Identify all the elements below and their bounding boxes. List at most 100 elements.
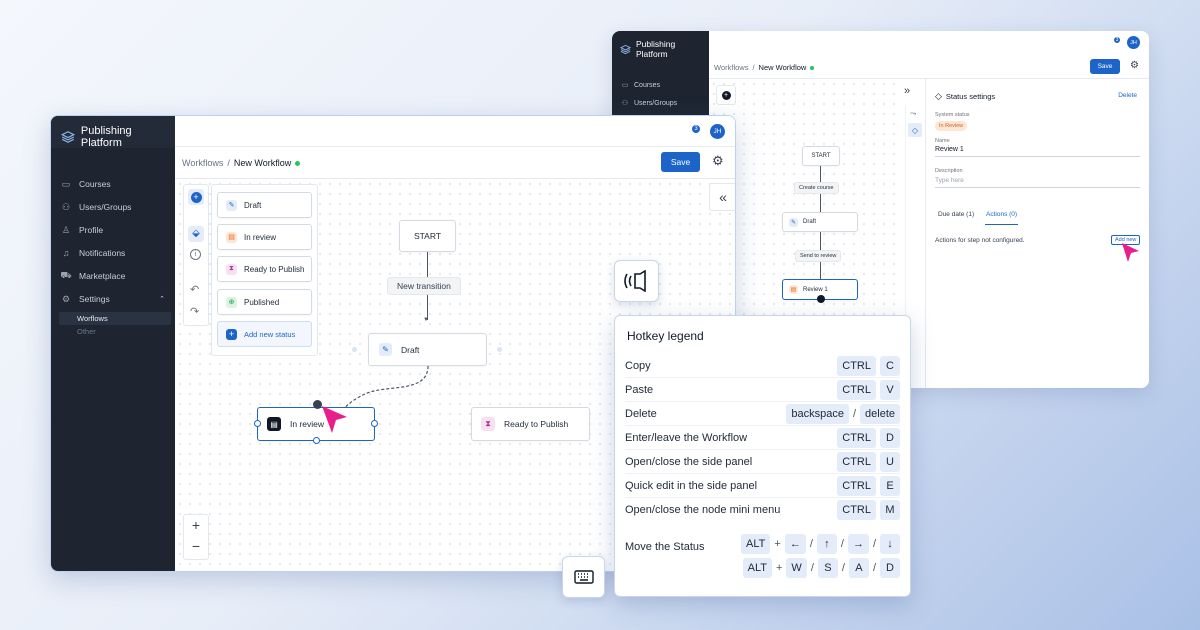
status-delete-link[interactable]: Delete — [1118, 92, 1137, 99]
system-status-badge: In Review — [935, 121, 968, 131]
key-cap: D — [880, 427, 900, 448]
sidebar-item-label: Notifications — [79, 248, 126, 258]
key-cap: M — [880, 500, 900, 520]
speaker-icon — [623, 270, 646, 292]
sidebar-item-label: Courses — [79, 179, 111, 189]
users-icon: ⚇ — [621, 100, 629, 107]
system-status-label: System status — [935, 112, 970, 118]
back-breadcrumb-parent[interactable]: Workflows — [714, 63, 748, 72]
actions-empty-message: Actions for step not configured. — [935, 237, 1025, 244]
move-arrow-keys: ALT + ← / ↑ / → / ↓ — [741, 534, 900, 554]
breadcrumb-parent[interactable]: Workflows — [182, 158, 223, 168]
bell-icon: ♫ — [62, 248, 70, 258]
back-settings-gear-icon[interactable]: ⚙ — [1130, 60, 1139, 71]
back-mouse-pointer-icon — [1122, 243, 1139, 262]
transition-icon[interactable]: ⤳ — [910, 109, 916, 119]
status-settings-panel: ◇ Status settings Delete System status I… — [925, 79, 1149, 388]
back-topbar: 3 JH — [709, 31, 1149, 55]
sidebar-subitem-worflows[interactable]: Worflows — [59, 312, 171, 325]
document-icon: ▤ — [267, 417, 281, 431]
name-label: Name — [935, 138, 950, 144]
key-cap: CTRL — [837, 451, 876, 472]
sidebar-item-settings[interactable]: ⚙ Settings ⌃ — [61, 294, 165, 305]
hotkey-row-quick-edit: Quick edit in the side panel CTRL E — [625, 474, 900, 498]
key-cap: delete — [860, 403, 900, 424]
save-button[interactable]: Save — [661, 152, 700, 172]
key-cap: CTRL — [837, 427, 876, 448]
back-node-start[interactable]: START — [802, 146, 840, 166]
back-node-draft[interactable]: ✎ Draft — [782, 212, 858, 232]
saved-status-dot — [295, 160, 301, 166]
hotkey-row-enter-leave: Enter/leave the Workflow CTRL D — [625, 426, 900, 450]
back-brand[interactable]: Publishing Platform — [620, 39, 709, 59]
key-cap: V — [880, 379, 900, 400]
back-notification-badge[interactable]: 3 — [1113, 36, 1121, 44]
brand-name: Publishing Platform — [80, 125, 132, 149]
key-cap: ↓ — [880, 534, 900, 554]
in-review-handle-left[interactable] — [254, 420, 261, 427]
layers-icon — [620, 44, 631, 54]
back-breadcrumb: Workflows / New Workflow — [714, 63, 815, 72]
back-expand-button[interactable]: » — [904, 85, 910, 97]
back-node-handle[interactable] — [817, 295, 825, 303]
in-review-handle-right[interactable] — [371, 420, 378, 427]
tab-due-date[interactable]: Due date (1) — [938, 211, 974, 218]
back-sidebar-item-courses[interactable]: ▭ Courses — [620, 80, 660, 90]
document-icon: ▤ — [789, 285, 798, 294]
node-ready-to-publish[interactable]: ⧗ Ready to Publish — [471, 407, 590, 441]
key-cap: A — [848, 558, 869, 578]
sidebar-item-marketplace[interactable]: ⛟ Marketplace — [60, 270, 125, 281]
diamond-icon[interactable]: ◇ — [908, 123, 922, 137]
key-cap: CTRL — [837, 500, 876, 520]
key-cap: ↑ — [816, 534, 837, 554]
sidebar-item-notifications[interactable]: ♫ Notifications — [61, 248, 126, 258]
key-cap: ALT — [741, 534, 771, 554]
user-icon: ♙ — [61, 224, 71, 235]
in-review-handle-bottom[interactable] — [313, 437, 320, 444]
sidebar-item-profile[interactable]: ♙ Profile — [61, 224, 104, 236]
plus-icon: + — [721, 90, 731, 100]
layers-icon — [61, 131, 75, 143]
status-settings-title: ◇ Status settings — [935, 91, 996, 101]
back-transition-create-course[interactable]: Create course — [794, 182, 839, 194]
hotkey-row-mini-menu: Open/close the node mini menu CTRL M — [625, 498, 900, 522]
breadcrumb: Workflows / New Workflow — [182, 158, 301, 168]
zoom-controls: + − — [183, 514, 209, 560]
key-cap: D — [880, 558, 900, 578]
key-cap: E — [880, 475, 900, 496]
back-save-button[interactable]: Save — [1090, 59, 1120, 74]
key-cap: ALT — [742, 558, 772, 578]
sidebar-item-users-groups[interactable]: ⚇ Users/Groups — [61, 202, 132, 213]
sidebar-subitem-other[interactable]: Other — [77, 327, 96, 336]
hotkey-legend-panel: Hotkey legend Copy CTRL C Paste CTRL V Del… — [614, 315, 911, 597]
zoom-out-button[interactable]: − — [184, 538, 208, 554]
key-cap: ← — [784, 534, 806, 554]
back-transition-send-review[interactable]: Send to review — [795, 250, 842, 262]
back-subheader: Workflows / New Workflow Save ⚙ — [709, 55, 1149, 79]
sidebar-item-courses[interactable]: ▭ Courses — [61, 179, 111, 190]
sidebar-item-label: Users/Groups — [79, 202, 132, 212]
name-field[interactable]: Review 1 — [935, 146, 1140, 157]
back-sidebar-item-users[interactable]: ⚇ Users/Groups — [620, 98, 677, 108]
tab-actions[interactable]: Actions (0) — [985, 211, 1019, 225]
chevron-up-icon[interactable]: ⌃ — [159, 295, 165, 303]
brand[interactable]: Publishing Platform — [61, 125, 175, 149]
user-avatar[interactable]: JH — [710, 124, 725, 139]
sidebar-item-label: Settings — [79, 294, 110, 304]
pencil-icon: ✎ — [789, 217, 798, 227]
settings-gear-icon[interactable]: ⚙ — [712, 153, 724, 169]
description-field[interactable]: Type here — [935, 177, 1140, 188]
collapse-panel-button[interactable]: « — [709, 183, 735, 211]
sound-feedback-card[interactable] — [614, 260, 659, 302]
keyboard-toggle-button[interactable] — [562, 556, 605, 598]
zoom-in-button[interactable]: + — [184, 517, 208, 533]
keyboard-icon — [573, 570, 594, 584]
hotkey-legend-title: Hotkey legend — [627, 329, 704, 343]
back-add-node-button[interactable]: + — [716, 85, 736, 105]
sidebar-item-label: Profile — [79, 225, 104, 235]
back-avatar[interactable]: JH — [1127, 36, 1140, 49]
notification-badge[interactable]: 3 — [691, 124, 701, 134]
node-in-review[interactable]: ▤ In review — [257, 407, 375, 441]
key-cap: CTRL — [837, 355, 876, 376]
mouse-pointer-icon — [322, 406, 347, 433]
